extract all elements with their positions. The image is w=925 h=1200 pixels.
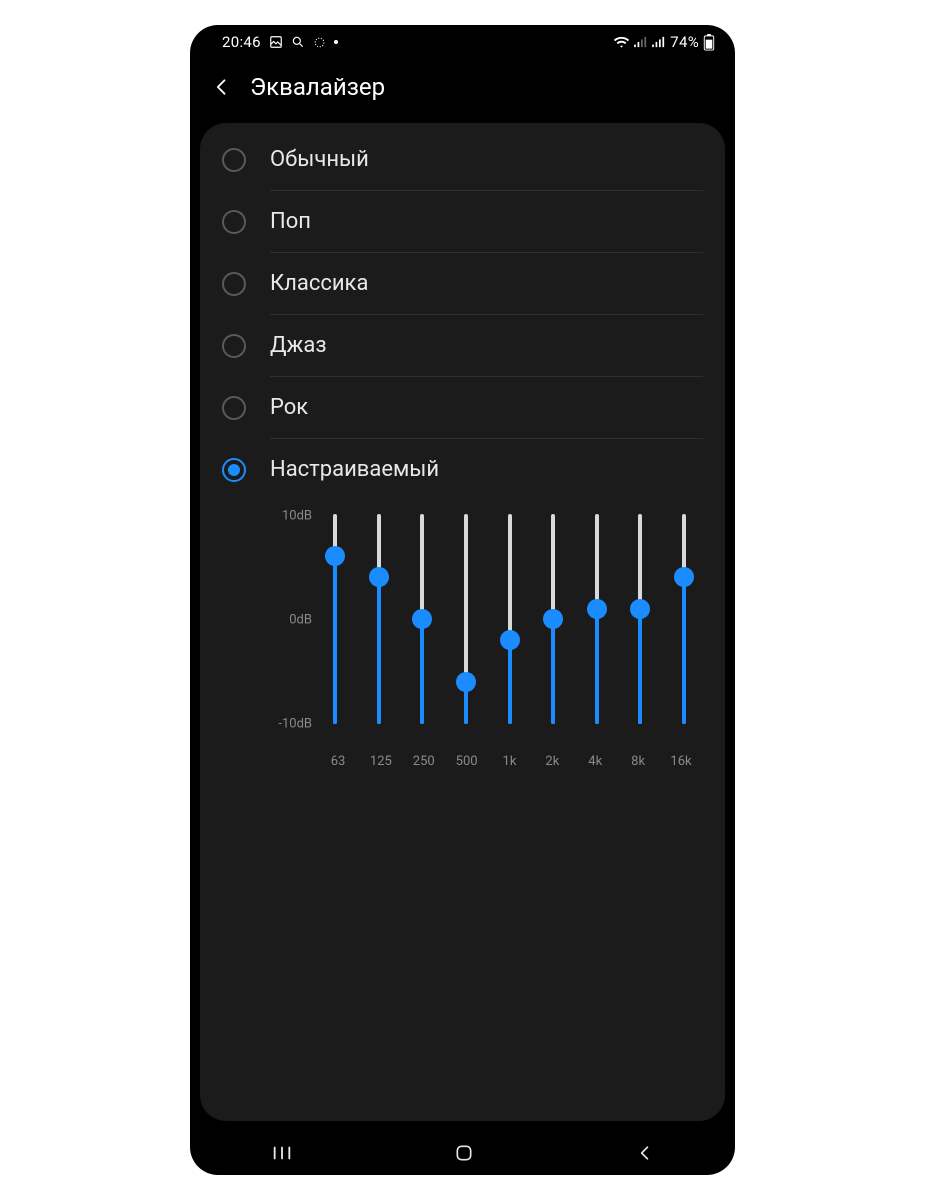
eq-band[interactable] — [326, 510, 344, 750]
preset-option[interactable]: Классика — [200, 253, 725, 314]
radio-button[interactable] — [222, 458, 246, 482]
eq-fill — [595, 609, 599, 725]
eq-track — [420, 514, 424, 724]
preset-label: Поп — [270, 209, 311, 234]
back-icon[interactable] — [212, 76, 232, 98]
eq-thumb[interactable] — [500, 630, 520, 650]
eq-band-label: 1k — [498, 754, 522, 769]
preset-option[interactable]: Поп — [200, 191, 725, 252]
eq-fill — [551, 619, 555, 724]
eq-fill — [682, 577, 686, 724]
eq-band[interactable] — [631, 510, 649, 750]
radio-button[interactable] — [222, 396, 246, 420]
content-card: Обычный Поп Классика Джаз Рок Настраиваемый 1… — [200, 123, 725, 1121]
wifi-icon — [613, 35, 630, 49]
preset-label: Классика — [270, 271, 368, 296]
y-tick-top: 10dB — [282, 509, 312, 524]
battery-icon — [703, 34, 715, 51]
eq-fill — [377, 577, 381, 724]
eq-band-label: 250 — [412, 754, 436, 769]
y-tick-bot: -10dB — [278, 717, 312, 732]
nav-back-button[interactable] — [635, 1143, 655, 1163]
phone-frame: 20:46 74% — [190, 25, 735, 1175]
preset-option[interactable]: Обычный — [200, 129, 725, 190]
equalizer-panel: 10dB 0dB -10dB 63 125 250 500 1k 2k 4k 8k 16k — [200, 500, 725, 769]
page-title: Эквалайзер — [250, 73, 385, 101]
eq-band-label: 500 — [455, 754, 479, 769]
y-tick-mid: 0dB — [289, 613, 312, 628]
gallery-icon — [269, 35, 283, 49]
home-button[interactable] — [454, 1143, 474, 1163]
eq-band[interactable] — [501, 510, 519, 750]
radio-button[interactable] — [222, 334, 246, 358]
dot-icon — [334, 40, 338, 44]
eq-band-label: 16k — [669, 754, 693, 769]
eq-band-label: 125 — [369, 754, 393, 769]
eq-band-label: 2k — [540, 754, 564, 769]
eq-thumb[interactable] — [587, 599, 607, 619]
status-time: 20:46 — [222, 33, 261, 51]
eq-thumb[interactable] — [456, 672, 476, 692]
eq-track — [377, 514, 381, 724]
eq-track — [333, 514, 337, 724]
signal-1-icon — [634, 36, 648, 48]
eq-track — [682, 514, 686, 724]
status-bar: 20:46 74% — [190, 25, 735, 59]
eq-band-label: 63 — [326, 754, 350, 769]
eq-band[interactable] — [675, 510, 693, 750]
preset-option[interactable]: Рок — [200, 377, 725, 438]
eq-thumb[interactable] — [369, 567, 389, 587]
eq-fill — [638, 609, 642, 725]
eq-band[interactable] — [413, 510, 431, 750]
eq-track — [595, 514, 599, 724]
eq-band[interactable] — [457, 510, 475, 750]
eq-thumb[interactable] — [325, 546, 345, 566]
eq-thumb[interactable] — [412, 609, 432, 629]
signal-2-icon — [652, 36, 666, 48]
eq-band-label: 8k — [626, 754, 650, 769]
eq-band[interactable] — [370, 510, 388, 750]
preset-label: Джаз — [270, 333, 327, 358]
preset-label: Настраиваемый — [270, 457, 439, 482]
eq-fill — [333, 556, 337, 724]
radio-button[interactable] — [222, 210, 246, 234]
eq-track — [464, 514, 468, 724]
page-header: Эквалайзер — [190, 59, 735, 123]
status-battery-text: 74% — [670, 33, 699, 51]
eq-fill — [508, 640, 512, 724]
loading-icon — [313, 36, 326, 49]
eq-y-axis: 10dB 0dB -10dB — [270, 510, 320, 750]
recents-button[interactable] — [271, 1144, 293, 1162]
radio-button[interactable] — [222, 272, 246, 296]
eq-band-label: 4k — [583, 754, 607, 769]
search-icon — [291, 35, 305, 49]
eq-band[interactable] — [588, 510, 606, 750]
radio-button[interactable] — [222, 148, 246, 172]
eq-thumb[interactable] — [674, 567, 694, 587]
preset-label: Рок — [270, 395, 308, 420]
eq-fill — [420, 619, 424, 724]
eq-track — [638, 514, 642, 724]
eq-x-axis: 63 125 250 500 1k 2k 4k 8k 16k — [270, 750, 699, 769]
eq-thumb[interactable] — [630, 599, 650, 619]
preset-option[interactable]: Настраиваемый — [200, 439, 725, 500]
eq-thumb[interactable] — [543, 609, 563, 629]
preset-option[interactable]: Джаз — [200, 315, 725, 376]
eq-tracks — [320, 510, 699, 750]
eq-track — [508, 514, 512, 724]
preset-label: Обычный — [270, 147, 369, 172]
android-navbar — [190, 1131, 735, 1175]
eq-band[interactable] — [544, 510, 562, 750]
eq-track — [551, 514, 555, 724]
